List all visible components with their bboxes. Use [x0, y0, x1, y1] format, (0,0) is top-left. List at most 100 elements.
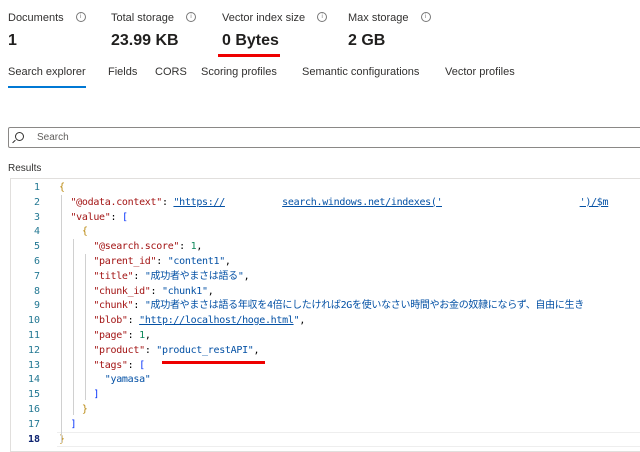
- results-json-editor[interactable]: 1{2 "@odata.context": "https:// search.w…: [10, 178, 640, 452]
- code-token: [: [121, 211, 128, 223]
- line-number: 11: [27, 330, 40, 341]
- code-text: "value": [: [59, 210, 128, 225]
- search-input[interactable]: Search: [8, 127, 640, 148]
- code-token: "成功者やまさは語る": [144, 270, 244, 282]
- line-number: 15: [27, 389, 40, 401]
- code-line[interactable]: 16 }: [11, 402, 640, 417]
- code-line[interactable]: 3 "value": [: [11, 210, 640, 225]
- code-line[interactable]: 18}: [11, 432, 640, 447]
- code-token: :: [161, 196, 174, 208]
- code-text: "chunk_id": "chunk1",: [59, 284, 213, 299]
- code-line[interactable]: 8 "chunk_id": "chunk1",: [11, 284, 640, 299]
- line-number: 16: [27, 404, 40, 415]
- tab-search-explorer[interactable]: Search explorer: [8, 66, 86, 88]
- redacted-text: [224, 194, 283, 210]
- code-text: ]: [59, 387, 99, 402]
- line-number: 10: [27, 315, 40, 327]
- stat-max-storage: Max storage i 2 GB: [348, 12, 431, 50]
- code-token: "@search.score": [59, 241, 180, 253]
- code-line[interactable]: 13 "tags": [: [11, 358, 640, 373]
- code-token: "chunk1": [161, 285, 208, 297]
- results-label: Results: [8, 163, 42, 174]
- code-line[interactable]: 4 {: [11, 224, 640, 239]
- code-text: "product": "product_restAPI",: [59, 343, 259, 358]
- line-number: 17: [27, 418, 40, 430]
- code-token: ]: [59, 389, 100, 401]
- stat-total-storage: Total storage i 23.99 KB: [111, 12, 196, 50]
- code-token: :: [156, 256, 168, 267]
- code-text: {: [59, 180, 65, 195]
- code-token: ,: [224, 256, 231, 267]
- code-token: "content1": [167, 256, 226, 267]
- code-line[interactable]: 6 "parent_id": "content1",: [11, 254, 640, 269]
- tab-scoring-profiles[interactable]: Scoring profiles: [201, 66, 277, 86]
- code-token: "http://localhost/hoge.html: [139, 315, 294, 327]
- code-text: "@odata.context": "https:// search.windo…: [59, 194, 609, 210]
- code-token: :: [144, 344, 157, 356]
- indent-guide: [85, 254, 86, 400]
- indent-guide: [73, 239, 74, 415]
- code-line[interactable]: 5 "@search.score": 1,: [11, 239, 640, 254]
- code-token: search.windows.net/indexes(': [282, 196, 443, 208]
- line-number: 8: [33, 285, 40, 297]
- code-line[interactable]: 2 "@odata.context": "https:// search.win…: [11, 194, 640, 210]
- info-icon[interactable]: i: [420, 12, 431, 22]
- line-number: 7: [33, 270, 40, 282]
- code-line[interactable]: 14 "yamasa": [11, 372, 640, 387]
- info-icon[interactable]: i: [75, 12, 86, 22]
- code-text: "@search.score": 1,: [59, 239, 202, 254]
- code-line[interactable]: 10 "blob": "http://localhost/hoge.html",: [11, 313, 640, 328]
- code-token: "page": [59, 330, 128, 341]
- info-icon[interactable]: i: [317, 12, 328, 22]
- code-token: :: [127, 359, 140, 371]
- stat-vector-index-size: Vector index size i 0 Bytes: [222, 12, 328, 50]
- code-token: "product_restAPI": [156, 344, 254, 356]
- code-line[interactable]: 12 "product": "product_restAPI",: [11, 343, 640, 358]
- code-text: {: [59, 224, 88, 239]
- code-token: :: [110, 211, 122, 223]
- line-number: 3: [33, 211, 40, 223]
- code-line[interactable]: 1{: [11, 180, 640, 195]
- line-number: 18: [27, 433, 40, 445]
- code-token: :: [150, 285, 162, 297]
- search-icon: [15, 132, 24, 141]
- code-token: "title": [59, 270, 134, 282]
- info-icon[interactable]: i: [185, 12, 196, 22]
- code-text: "blob": "http://localhost/hoge.html",: [59, 313, 305, 328]
- code-text: "title": "成功者やまさは語る",: [59, 269, 249, 284]
- redacted-text: [442, 194, 580, 210]
- tab-semantic-configurations[interactable]: Semantic configurations: [302, 66, 419, 86]
- code-token: {: [59, 182, 65, 193]
- code-token: ,: [299, 315, 306, 327]
- code-line[interactable]: 15 ]: [11, 387, 640, 402]
- code-token: "tags": [59, 359, 128, 371]
- tab-fields[interactable]: Fields: [108, 66, 137, 86]
- code-token: "product": [59, 344, 145, 356]
- code-token: ,: [207, 285, 214, 297]
- line-number: 6: [33, 256, 40, 267]
- tab-cors[interactable]: CORS: [155, 66, 187, 86]
- line-number: 1: [33, 182, 40, 193]
- code-text: "tags": [: [59, 358, 145, 373]
- code-line[interactable]: 9 "chunk": "成功者やまさは語る年収を4倍にしたければ2Gを使いなさい…: [11, 298, 640, 313]
- line-number: 12: [27, 344, 40, 356]
- code-token: :: [133, 270, 145, 282]
- highlight-underline: [218, 54, 280, 57]
- line-number: 5: [33, 241, 40, 253]
- code-line[interactable]: 17 ]: [11, 417, 640, 432]
- code-token: :: [179, 241, 191, 253]
- line-number: 4: [33, 226, 40, 238]
- code-token: :: [127, 315, 140, 327]
- highlight-underline: [162, 361, 265, 364]
- code-token: ,: [196, 241, 203, 253]
- code-token: ,: [253, 344, 260, 356]
- code-token: [: [139, 359, 145, 371]
- code-token: "value": [59, 211, 111, 223]
- tab-vector-profiles[interactable]: Vector profiles: [445, 66, 515, 86]
- line-number: 9: [33, 300, 40, 312]
- code-token: ,: [144, 330, 151, 341]
- code-line[interactable]: 11 "page": 1,: [11, 328, 640, 343]
- code-line[interactable]: 7 "title": "成功者やまさは語る",: [11, 269, 640, 284]
- code-token: "@odata.context": [59, 196, 162, 208]
- code-token: ,: [243, 270, 250, 282]
